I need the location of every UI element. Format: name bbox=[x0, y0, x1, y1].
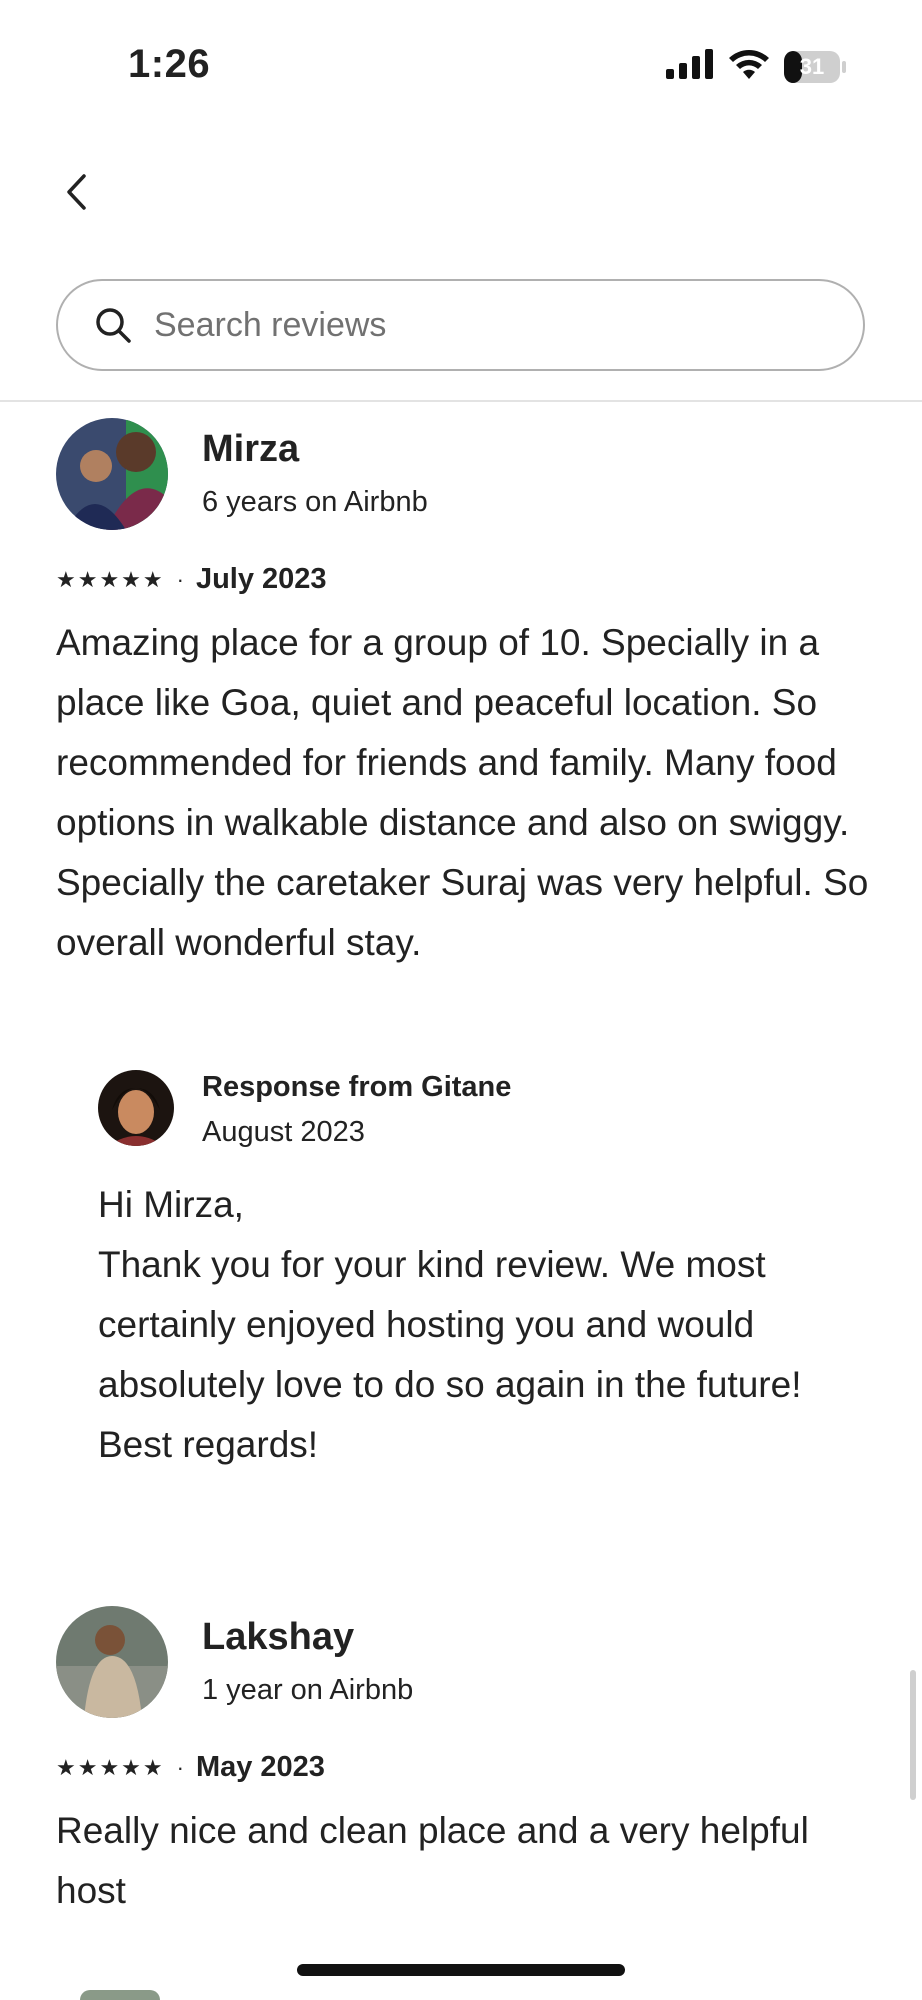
search-bar[interactable] bbox=[56, 279, 865, 371]
signal-icon bbox=[666, 49, 714, 84]
back-button[interactable] bbox=[52, 170, 100, 218]
review-text: Really nice and clean place and a very h… bbox=[56, 1810, 809, 1911]
reviewer-tenure: 1 year on Airbnb bbox=[202, 1674, 414, 1706]
reviewer-avatar[interactable] bbox=[56, 418, 168, 530]
next-reviewer-avatar[interactable] bbox=[80, 1990, 160, 2000]
battery-level: 31 bbox=[799, 53, 825, 79]
battery-icon: 31 bbox=[784, 50, 846, 83]
header-divider bbox=[0, 400, 922, 402]
search-input[interactable] bbox=[152, 304, 863, 346]
review-meta: ★★★★★ · July 2023 bbox=[56, 563, 327, 596]
reviewer-name: Lakshay bbox=[202, 1616, 355, 1658]
status-icons: 31 bbox=[666, 48, 846, 85]
review-text: Amazing place for a group of 10. Special… bbox=[56, 622, 869, 963]
star-rating: ★★★★★ bbox=[56, 566, 165, 592]
reviewer-avatar[interactable] bbox=[56, 1606, 168, 1718]
response-date: August 2023 bbox=[202, 1116, 365, 1148]
home-indicator[interactable] bbox=[297, 1964, 625, 1976]
wifi-icon bbox=[728, 48, 770, 85]
chevron-left-icon bbox=[64, 173, 88, 216]
response-title: Response from Gitane bbox=[202, 1071, 512, 1103]
host-avatar[interactable] bbox=[98, 1070, 174, 1146]
review-date: May 2023 bbox=[195, 1751, 325, 1783]
scrollbar[interactable] bbox=[910, 1670, 916, 1800]
meta-separator: · bbox=[176, 566, 184, 592]
status-time: 1:26 bbox=[128, 42, 211, 86]
search-icon bbox=[94, 305, 134, 345]
response-text: Hi Mirza, Thank you for your kind review… bbox=[98, 1184, 802, 1465]
reviewer-tenure: 6 years on Airbnb bbox=[202, 486, 428, 518]
review-meta: ★★★★★ · May 2023 bbox=[56, 1751, 325, 1784]
meta-separator: · bbox=[176, 1754, 184, 1780]
star-rating: ★★★★★ bbox=[56, 1754, 165, 1780]
review-date: July 2023 bbox=[195, 563, 327, 595]
reviewer-name: Mirza bbox=[202, 428, 300, 470]
